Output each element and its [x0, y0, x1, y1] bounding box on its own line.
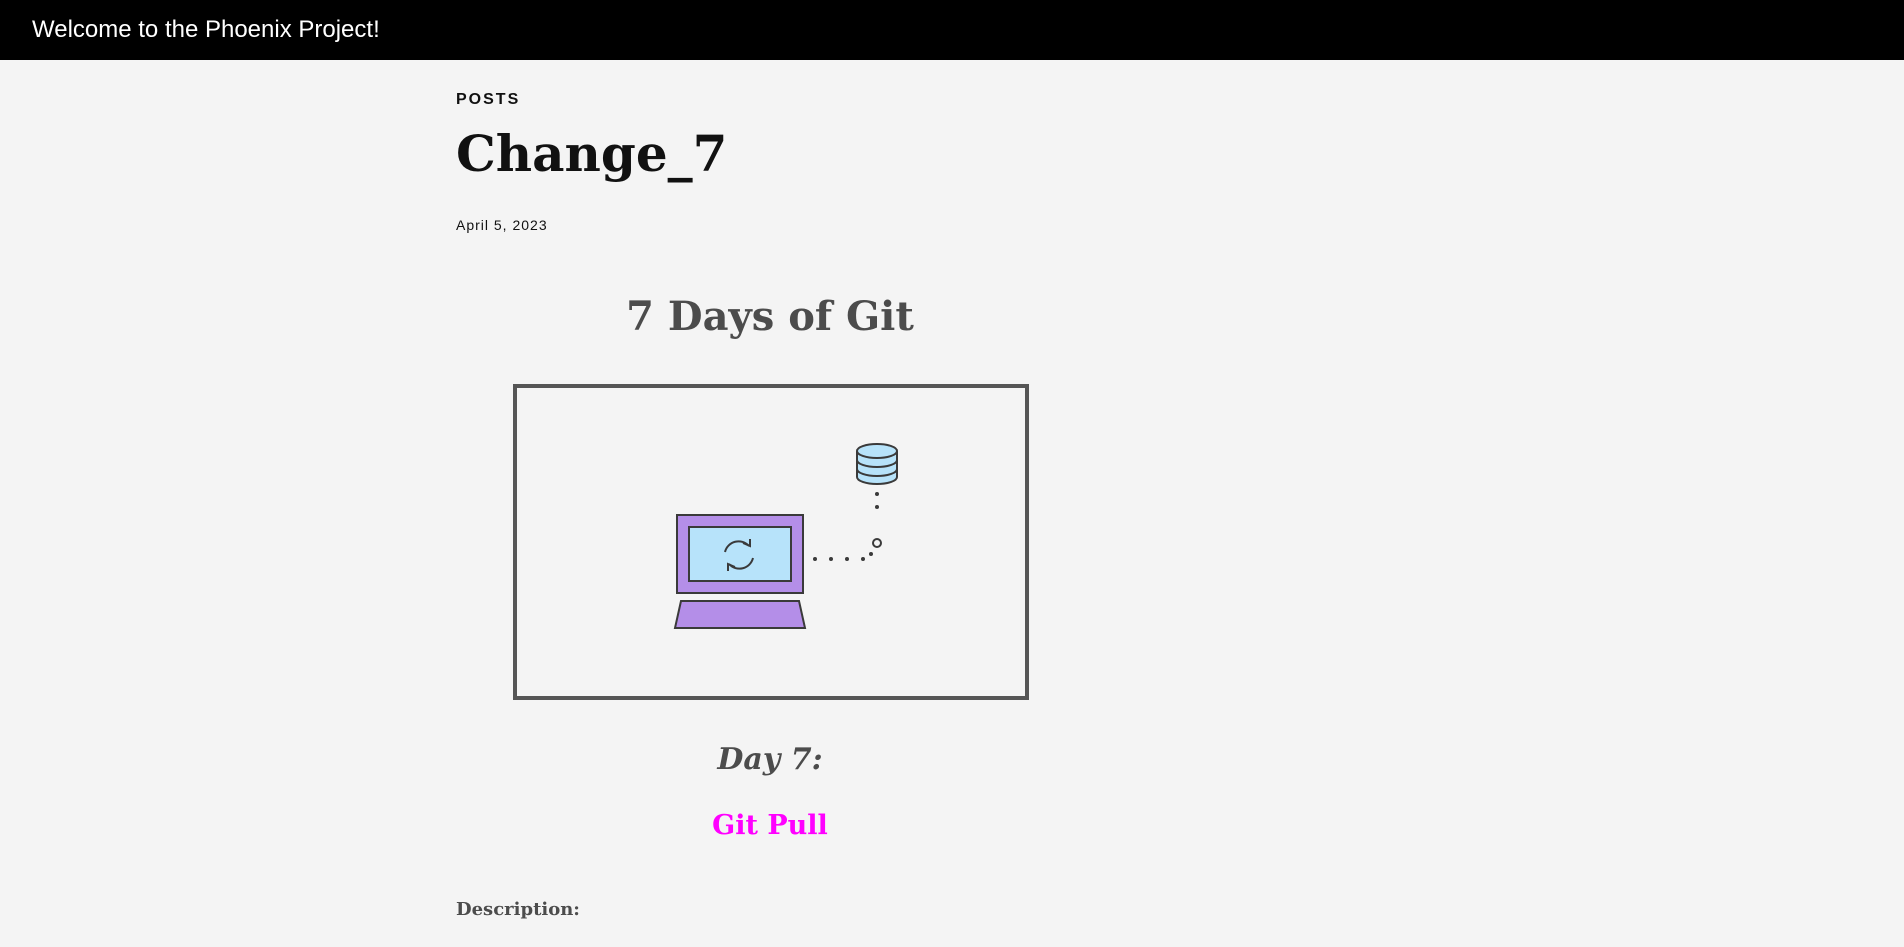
top-bar: Welcome to the Phoenix Project! — [0, 0, 1904, 60]
post-title: Change_7 — [456, 124, 728, 183]
laptop-icon — [673, 514, 807, 629]
git-illustration — [513, 384, 1029, 700]
post-content: POSTS Change_7 April 5, 2023 7 Days of G… — [456, 60, 1456, 947]
day-label: Day 7: — [717, 742, 823, 777]
post-category[interactable]: POSTS — [456, 91, 520, 109]
git-pull-illustration-svg — [673, 443, 898, 629]
article-heading: 7 Days of Git — [626, 293, 914, 340]
database-icon — [856, 443, 898, 485]
description-label: Description: — [456, 899, 580, 920]
site-title[interactable]: Welcome to the Phoenix Project! — [32, 0, 380, 60]
connector-node — [872, 538, 882, 548]
connector-dots — [813, 492, 879, 561]
git-pull-link[interactable]: Git Pull — [513, 808, 1027, 844]
post-date: April 5, 2023 — [456, 217, 548, 233]
